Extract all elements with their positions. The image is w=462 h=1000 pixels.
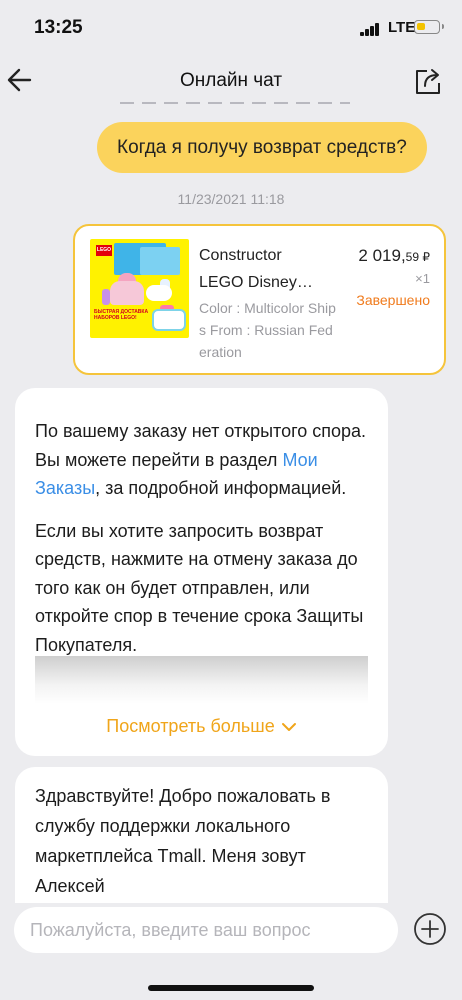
chevron-down-icon	[281, 723, 296, 732]
bot-text-segment: , за подробной информацией.	[95, 478, 347, 498]
header: Онлайн чат	[0, 56, 462, 106]
product-quantity: ×1	[415, 271, 430, 286]
bot-message-text: По вашему заказу нет открытого спора. Вы…	[35, 417, 375, 673]
bot-paragraph-1: По вашему заказу нет открытого спора. Вы…	[35, 417, 375, 503]
greeting-message-bubble: Здравствуйте! Добро пожаловать в службу …	[15, 767, 388, 903]
home-indicator[interactable]	[148, 985, 314, 991]
status-bar: 13:25 LTE	[0, 0, 462, 56]
product-card[interactable]: LEGO БЫСТРАЯ ДОСТАВКА НАБОРОВ LEGO! Cons…	[73, 224, 446, 375]
page-title: Онлайн чат	[179, 70, 283, 91]
share-icon	[416, 69, 440, 94]
clipped-message-edge	[120, 100, 350, 106]
signal-icon	[360, 22, 382, 36]
plus-circle-icon	[414, 913, 446, 945]
greeting-text: Здравствуйте! Добро пожаловать в службу …	[35, 786, 331, 896]
add-attachment-button[interactable]	[413, 912, 447, 946]
status-time: 13:25	[34, 17, 83, 38]
promo-text: БЫСТРАЯ ДОСТАВКА НАБОРОВ LEGO!	[94, 309, 149, 321]
show-more-button[interactable]: Посмотреть больше	[15, 716, 388, 737]
bot-message-bubble: По вашему заказу нет открытого спора. Вы…	[15, 388, 388, 756]
message-timestamp: 11/23/2021 11:18	[177, 191, 285, 207]
product-attributes: Color : Multicolor Ships From : Russian …	[199, 300, 336, 360]
price-fraction: 59 ₽	[405, 250, 430, 264]
product-price: 2 019,59 ₽	[358, 246, 430, 266]
price-integer: 2 019,	[358, 246, 406, 265]
product-image: LEGO БЫСТРАЯ ДОСТАВКА НАБОРОВ LEGO!	[90, 239, 189, 338]
bot-paragraph-2: Если вы хотите запросить возврат средств…	[35, 520, 364, 655]
battery-icon	[414, 20, 444, 34]
lego-logo: LEGO	[96, 245, 112, 256]
product-title: Constructor LEGO Disney…	[199, 247, 313, 291]
network-label: LTE	[388, 19, 416, 36]
message-input[interactable]	[14, 907, 398, 953]
battery-level	[417, 23, 425, 30]
show-more-label: Посмотреть больше	[106, 716, 275, 736]
order-status: Завершено	[356, 292, 430, 308]
share-button[interactable]	[413, 64, 443, 96]
input-bar	[0, 903, 462, 1000]
text-fade-overlay	[35, 656, 368, 704]
user-message-bubble: Когда я получу возврат средств?	[97, 122, 427, 173]
chat-area[interactable]: Когда я получу возврат средств? 11/23/20…	[0, 100, 462, 903]
